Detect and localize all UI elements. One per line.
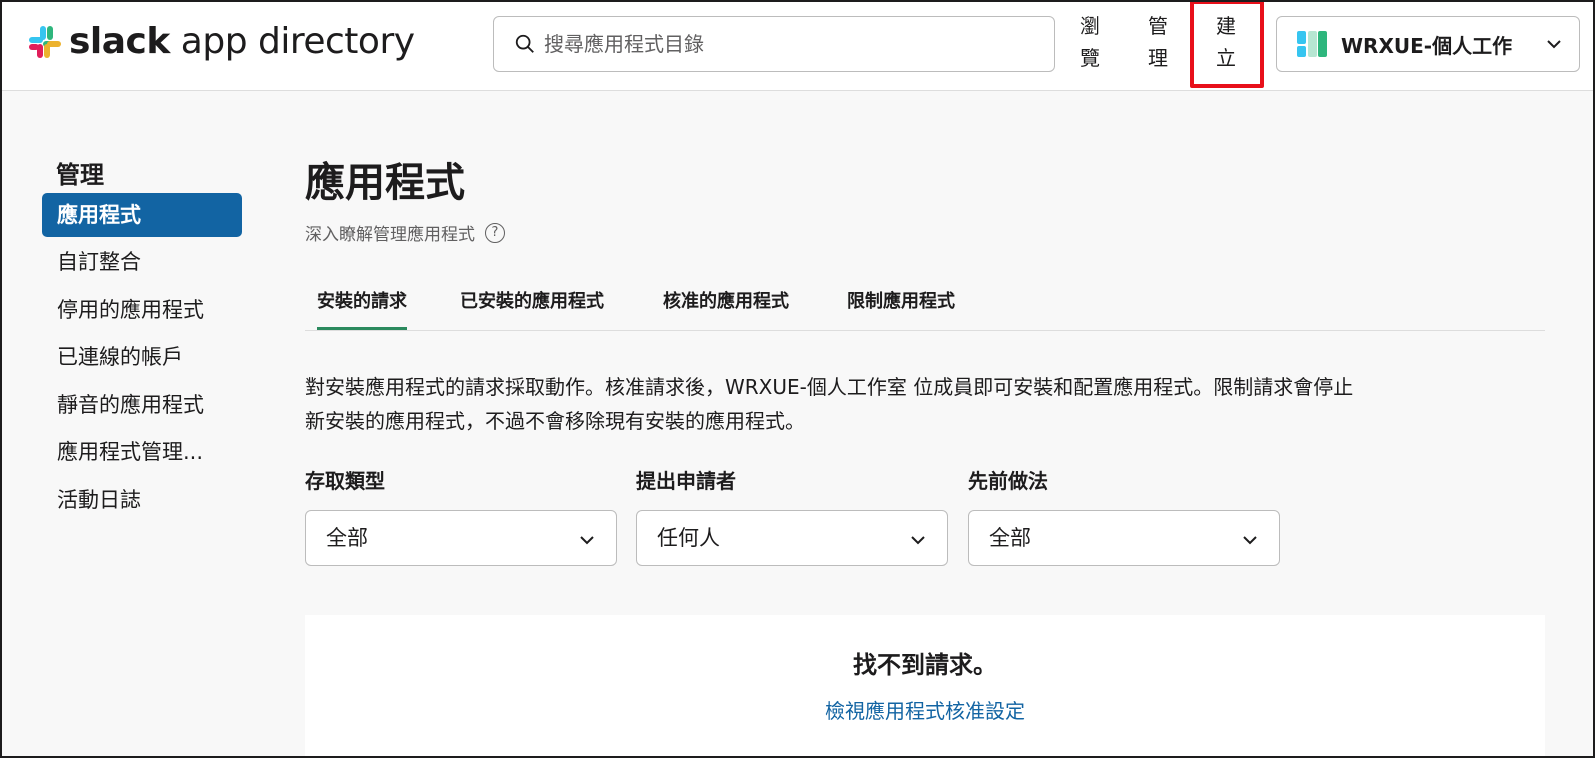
slack-app-directory-logo[interactable]: slack app directory (27, 22, 415, 62)
nav-browse-char-2: 覽 (1080, 46, 1100, 70)
filter-label-access-type: 存取類型 (305, 469, 385, 493)
tab-installed-apps[interactable]: 已安裝的應用程式 (460, 278, 604, 330)
empty-state-title: 找不到請求。 (853, 651, 997, 679)
nav-manage-char-1: 管 (1148, 14, 1168, 38)
filter-label-requester: 提出申請者 (636, 469, 736, 493)
filter-label-previous-action: 先前做法 (968, 469, 1048, 493)
tab-install-requests[interactable]: 安裝的請求 (317, 278, 407, 330)
chevron-down-icon (1243, 536, 1257, 545)
sidebar-item-connected-accounts[interactable]: 已連線的帳戶 (42, 335, 242, 379)
chevron-down-icon (1547, 40, 1561, 49)
previous-action-value: 全部 (989, 526, 1031, 550)
top-bar: slack app directory 瀏 覽 管 理 建 立 WRXUE-個人… (0, 0, 1595, 91)
nav-manage-char-2: 理 (1148, 46, 1168, 70)
slack-logo-icon (29, 26, 61, 58)
previous-action-select[interactable]: 全部 (968, 510, 1280, 566)
learn-more-text: 深入瞭解管理應用程式 (305, 225, 475, 245)
description: 對安裝應用程式的請求採取動作。核准請求後，WRXUE-個人工作室 位成員即可安裝… (305, 370, 1545, 438)
chevron-down-icon (911, 536, 925, 545)
requester-select[interactable]: 任何人 (636, 510, 948, 566)
sidebar-item-disabled-apps[interactable]: 停用的應用程式 (42, 288, 242, 332)
chevron-down-icon (580, 536, 594, 545)
tab-approved-apps[interactable]: 核准的應用程式 (663, 278, 789, 330)
help-icon[interactable]: ? (485, 222, 505, 243)
access-type-value: 全部 (326, 526, 368, 550)
sidebar-item-custom-integrations[interactable]: 自訂整合 (42, 240, 242, 284)
learn-more[interactable]: 深入瞭解管理應用程式 ? (305, 220, 505, 245)
nav-browse[interactable]: 瀏 覽 (1075, 10, 1105, 74)
create-highlight-box (1190, 0, 1264, 88)
tab-restricted-apps[interactable]: 限制應用程式 (847, 278, 955, 330)
logo-text: slack app directory (69, 21, 415, 62)
workspace-name: WRXUE-個人工作 (1341, 33, 1513, 58)
page-title: 應用程式 (305, 160, 465, 206)
sidebar-item-app-management[interactable]: 應用程式管理... (42, 430, 242, 474)
view-approval-settings-link[interactable]: 檢視應用程式核准設定 (305, 695, 1545, 724)
nav-manage[interactable]: 管 理 (1143, 10, 1173, 74)
access-type-select[interactable]: 全部 (305, 510, 617, 566)
workspace-switcher[interactable]: WRXUE-個人工作 (1276, 16, 1580, 72)
tab-bar: 安裝的請求 已安裝的應用程式 核准的應用程式 限制應用程式 (305, 278, 1545, 331)
requester-value: 任何人 (657, 526, 720, 550)
sidebar-title: 管理 (56, 161, 104, 189)
search-icon (515, 34, 534, 53)
empty-state-card: 找不到請求。 檢視應用程式核准設定 (305, 615, 1545, 758)
workspace-logo-icon (1297, 31, 1327, 57)
description-line-1: 對安裝應用程式的請求採取動作。核准請求後，WRXUE-個人工作室 位成員即可安裝… (305, 375, 1354, 399)
search-input[interactable] (544, 32, 1024, 56)
sidebar-item-muted-apps[interactable]: 靜音的應用程式 (42, 383, 242, 427)
description-line-2: 新安裝的應用程式，不過不會移除現有安裝的應用程式。 (305, 409, 805, 433)
sidebar-item-apps[interactable]: 應用程式 (42, 193, 242, 237)
nav-browse-char-1: 瀏 (1080, 14, 1100, 38)
search-box[interactable] (493, 16, 1055, 72)
sidebar-item-activity-log[interactable]: 活動日誌 (42, 478, 242, 522)
